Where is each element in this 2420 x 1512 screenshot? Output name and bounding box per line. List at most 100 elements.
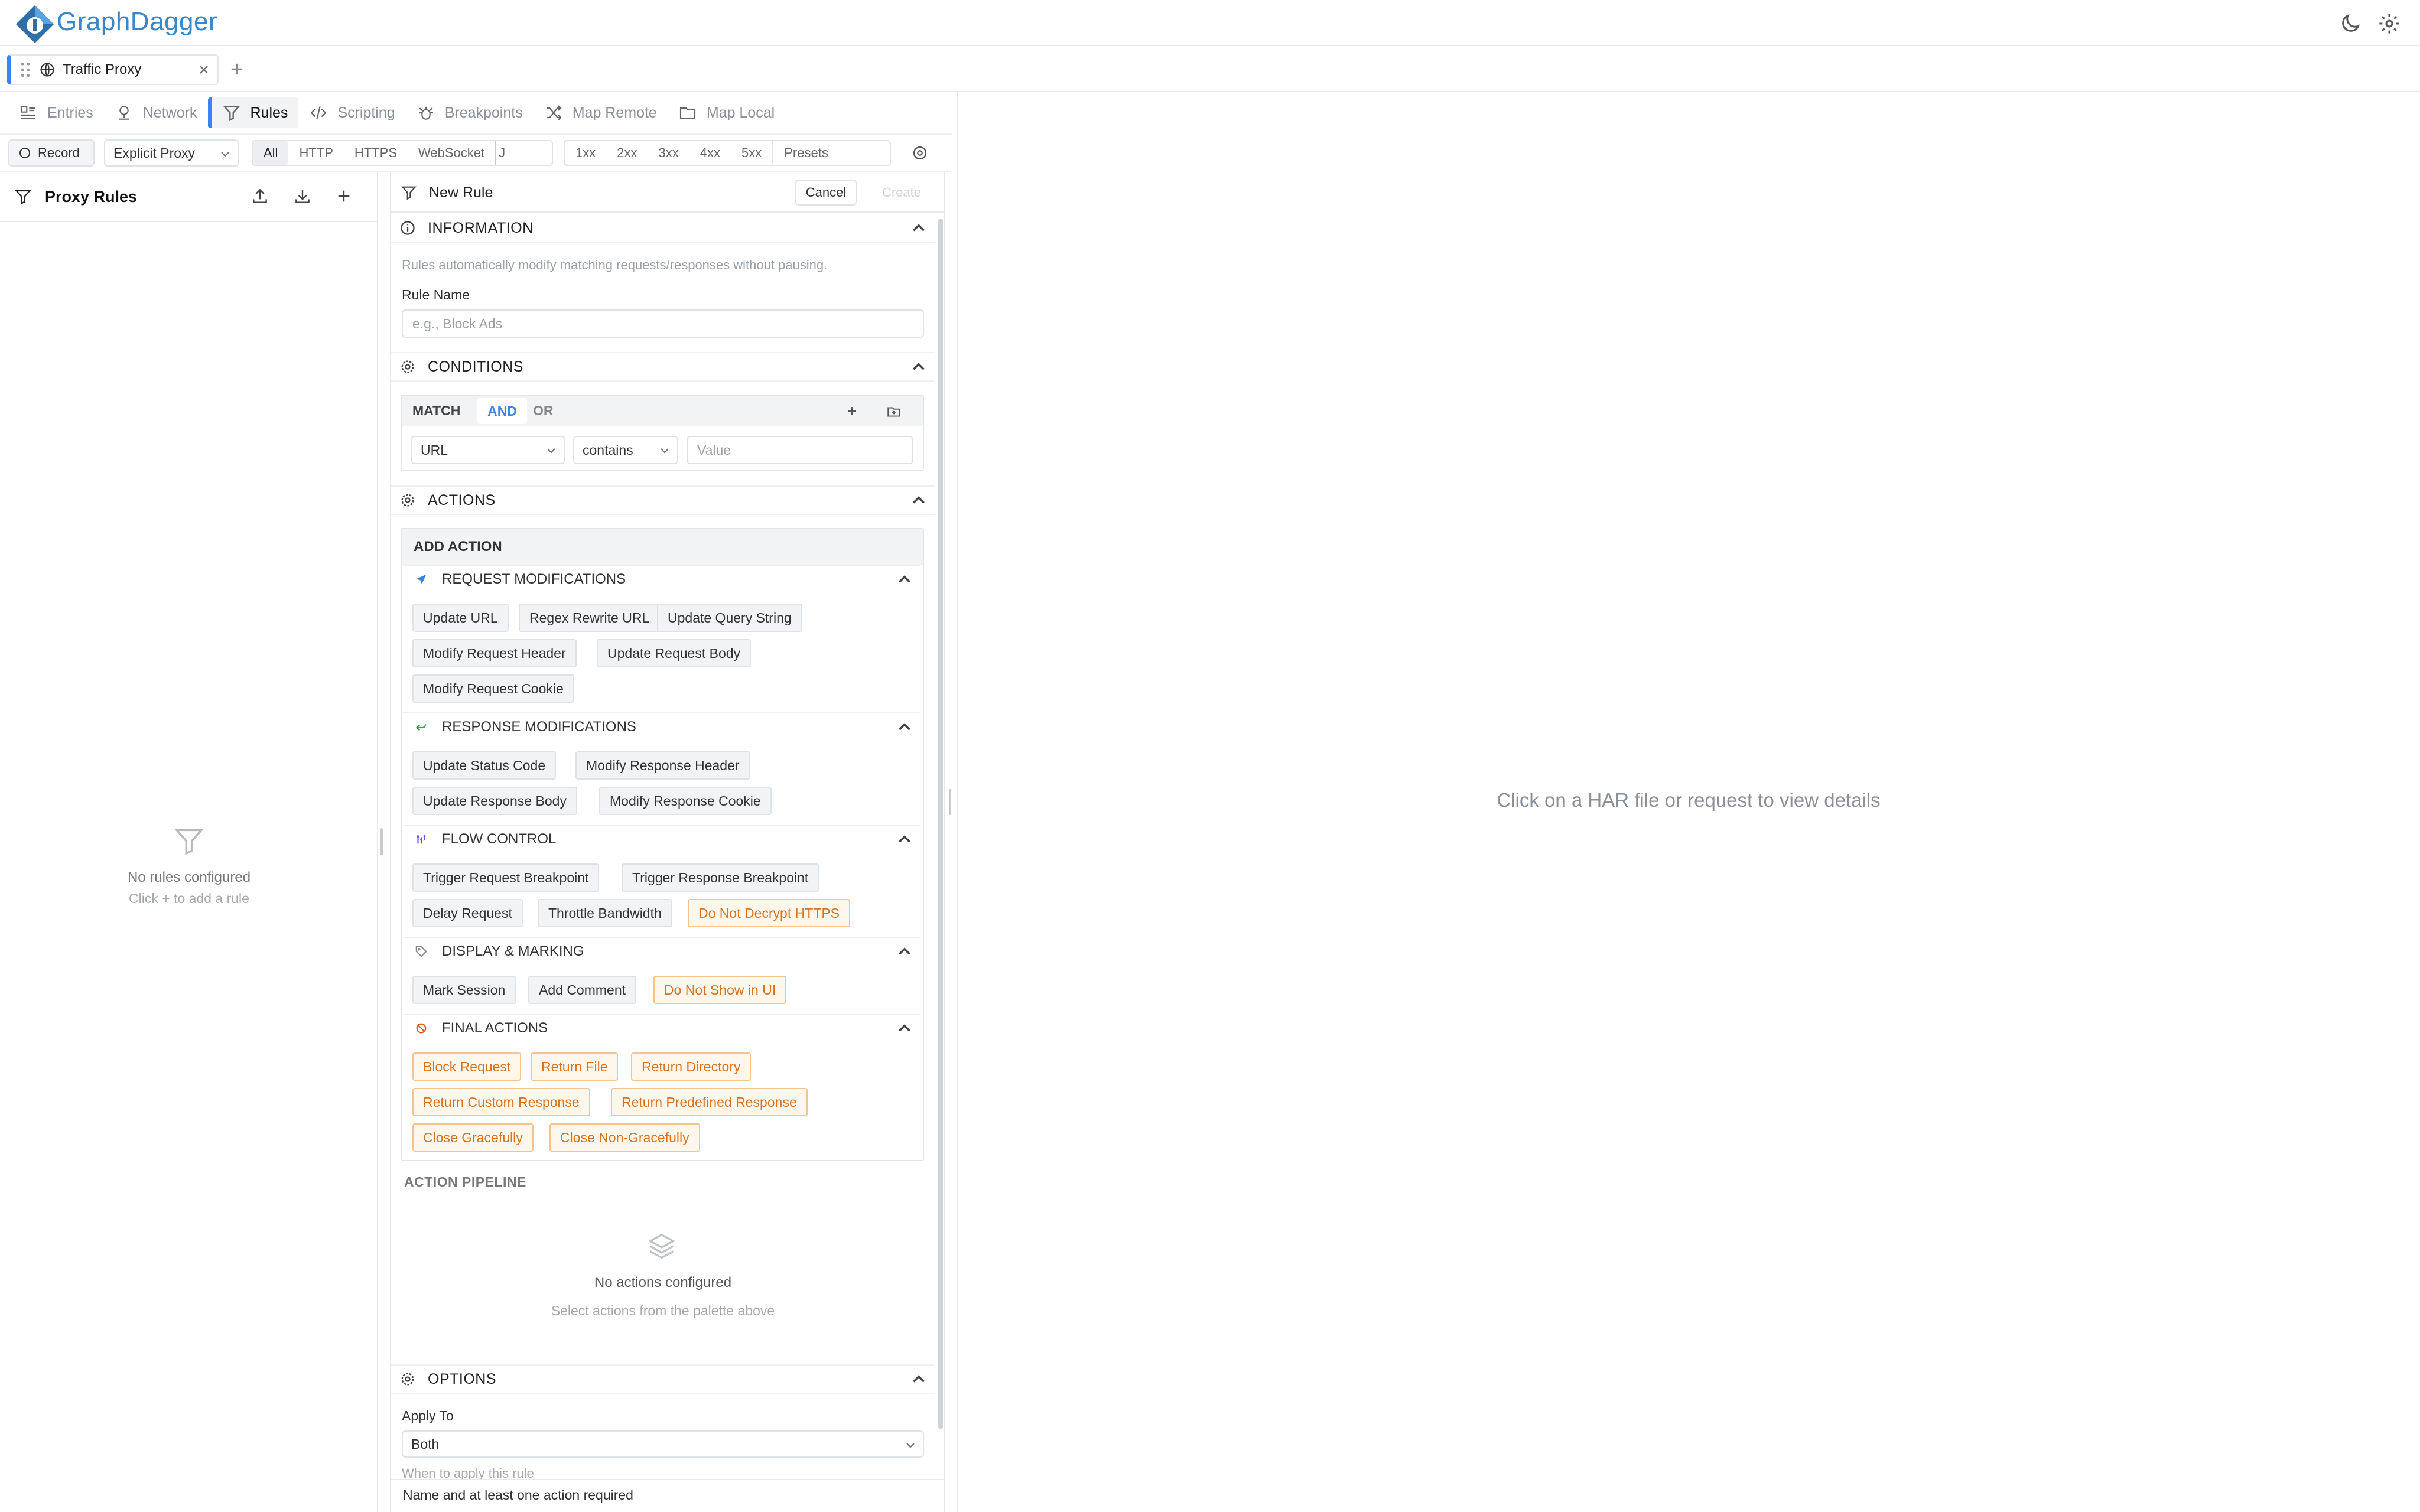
chevron-up-icon — [899, 835, 910, 843]
tab-bar — [0, 46, 2420, 92]
action-close-gracefully[interactable]: Close Gracefully — [412, 1123, 534, 1152]
apply-to-label: Apply To — [402, 1408, 454, 1423]
empty-rules-title: No rules configured — [127, 869, 251, 885]
add-condition-icon[interactable] — [845, 404, 859, 418]
action-return-directory[interactable]: Return Directory — [631, 1052, 752, 1081]
chevron-up-icon — [899, 723, 910, 731]
section-conditions-header[interactable]: CONDITIONS — [391, 352, 935, 382]
group-title: RESPONSE MODIFICATIONS — [442, 719, 636, 735]
gear-icon — [401, 494, 414, 507]
action-return-custom-response[interactable]: Return Custom Response — [412, 1088, 590, 1116]
nav-entries[interactable]: Entries — [8, 97, 104, 128]
action-add-comment[interactable]: Add Comment — [528, 976, 637, 1004]
rule-name-input[interactable]: e.g., Block Ads — [402, 309, 924, 338]
action-modify-request-cookie[interactable]: Modify Request Cookie — [412, 674, 574, 703]
action-close-non-gracefully[interactable]: Close Non-Gracefully — [549, 1123, 700, 1152]
match-or-button[interactable]: OR — [533, 403, 554, 419]
cancel-button[interactable]: Cancel — [795, 180, 857, 206]
action-update-request-body[interactable]: Update Request Body — [597, 639, 752, 667]
nav-rules[interactable]: Rules — [207, 97, 299, 128]
action-return-predefined-response[interactable]: Return Predefined Response — [611, 1088, 808, 1116]
action-trigger-request-breakpoint[interactable]: Trigger Request Breakpoint — [412, 863, 600, 892]
record-button[interactable]: Record — [8, 139, 95, 167]
settings-gear-icon[interactable] — [2377, 12, 2401, 35]
group-final-actions[interactable]: FINAL ACTIONS — [403, 1014, 920, 1042]
nav-map-remote[interactable]: Map Remote — [534, 97, 668, 128]
toolbar-settings-icon[interactable] — [911, 144, 929, 162]
footer-validation-message: Name and at least one action required — [403, 1487, 633, 1503]
apply-to-value: Both — [411, 1436, 440, 1452]
action-return-file[interactable]: Return File — [531, 1052, 619, 1081]
condition-operator-value: contains — [583, 442, 633, 458]
close-tab-icon[interactable] — [199, 64, 209, 75]
add-tab-icon[interactable] — [230, 63, 243, 76]
protocol-more[interactable]: J — [495, 141, 508, 165]
action-update-query-string[interactable]: Update Query String — [657, 604, 802, 632]
action-modify-request-header[interactable]: Modify Request Header — [412, 639, 577, 667]
chevron-down-icon — [906, 1443, 915, 1448]
condition-value-input[interactable]: Value — [687, 436, 913, 464]
apply-to-select[interactable]: Both — [402, 1430, 924, 1458]
protocol-http[interactable]: HTTP — [288, 141, 343, 165]
editor-scrollbar[interactable] — [938, 219, 943, 1429]
chevron-up-icon — [913, 363, 925, 370]
nav-breakpoints[interactable]: Breakpoints — [406, 97, 534, 128]
chevron-up-icon — [899, 575, 910, 583]
add-group-icon[interactable] — [886, 404, 902, 419]
chevron-up-icon — [899, 1024, 910, 1032]
add-rule-icon[interactable] — [336, 188, 352, 204]
theme-toggle-icon[interactable] — [2338, 12, 2362, 35]
proxy-mode-select[interactable]: Explicit Proxy — [104, 139, 239, 167]
status-2xx[interactable]: 2xx — [606, 141, 648, 165]
action-trigger-response-breakpoint[interactable]: Trigger Response Breakpoint — [622, 863, 819, 892]
action-update-status-code[interactable]: Update Status Code — [412, 751, 557, 780]
tab-traffic-proxy[interactable]: Traffic Proxy — [7, 54, 219, 85]
status-3xx[interactable]: 3xx — [648, 141, 689, 165]
action-modify-response-cookie[interactable]: Modify Response Cookie — [599, 787, 772, 815]
action-mark-session[interactable]: Mark Session — [412, 976, 516, 1004]
chevron-up-icon — [913, 224, 925, 232]
group-title: FLOW CONTROL — [442, 831, 557, 847]
chevron-down-icon — [221, 152, 229, 157]
section-options-header[interactable]: OPTIONS — [391, 1364, 935, 1394]
information-description: Rules automatically modify matching requ… — [402, 258, 828, 272]
nav-map-local[interactable]: Map Local — [668, 97, 785, 128]
section-title: INFORMATION — [428, 219, 534, 236]
record-label: Record — [38, 145, 80, 160]
condition-operator-select[interactable]: contains — [573, 436, 678, 464]
action-update-response-body[interactable]: Update Response Body — [412, 787, 577, 815]
section-actions-header[interactable]: ACTIONS — [391, 485, 935, 515]
protocol-websocket[interactable]: WebSocket — [408, 141, 495, 165]
drag-handle-icon[interactable] — [20, 62, 31, 77]
status-4xx[interactable]: 4xx — [689, 141, 731, 165]
section-information-header[interactable]: INFORMATION — [391, 214, 935, 243]
status-presets[interactable]: Presets — [772, 141, 839, 165]
status-1xx[interactable]: 1xx — [565, 141, 606, 165]
action-regex-rewrite-url[interactable]: Regex Rewrite URL — [519, 604, 661, 632]
group-display-marking[interactable]: DISPLAY & MARKING — [403, 937, 920, 965]
download-icon[interactable] — [293, 187, 312, 206]
condition-field-select[interactable]: URL — [411, 436, 565, 464]
group-flow-control[interactable]: FLOW CONTROL — [403, 825, 920, 853]
action-delay-request[interactable]: Delay Request — [412, 899, 523, 927]
protocol-https[interactable]: HTTPS — [344, 141, 408, 165]
action-do-not-show-in-ui[interactable]: Do Not Show in UI — [653, 976, 787, 1004]
match-and-button[interactable]: AND — [477, 398, 527, 424]
action-block-request[interactable]: Block Request — [412, 1052, 522, 1081]
group-title: FINAL ACTIONS — [442, 1020, 548, 1036]
reply-icon — [416, 724, 427, 731]
create-button[interactable]: Create — [866, 180, 937, 206]
action-modify-response-header[interactable]: Modify Response Header — [575, 751, 750, 780]
group-request-modifications[interactable]: REQUEST MODIFICATIONS — [403, 565, 920, 593]
resize-handle[interactable] — [949, 789, 951, 815]
group-response-modifications[interactable]: RESPONSE MODIFICATIONS — [403, 712, 920, 741]
action-do-not-decrypt-https[interactable]: Do Not Decrypt HTTPS — [688, 899, 850, 927]
upload-icon[interactable] — [251, 187, 269, 206]
status-5xx[interactable]: 5xx — [731, 141, 772, 165]
nav-scripting[interactable]: Scripting — [298, 97, 405, 128]
protocol-all[interactable]: All — [253, 141, 289, 165]
action-throttle-bandwidth[interactable]: Throttle Bandwidth — [538, 899, 672, 927]
nav-network[interactable]: Network — [104, 97, 208, 128]
action-update-url[interactable]: Update URL — [412, 604, 509, 632]
resize-handle[interactable] — [380, 828, 383, 855]
